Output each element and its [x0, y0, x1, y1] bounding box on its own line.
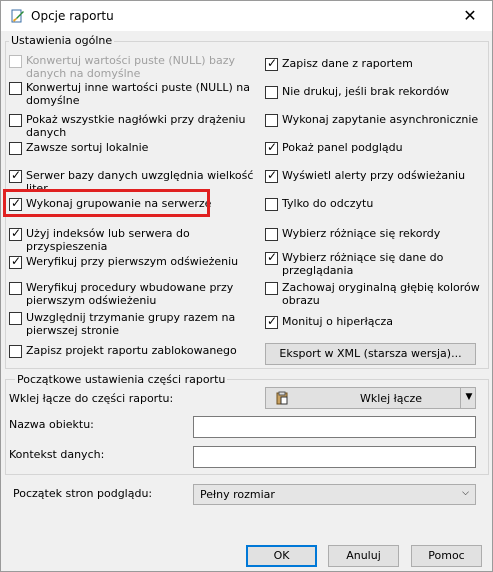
help-button[interactable]: Pomoc [411, 545, 482, 567]
window-title: Opcje raportu [31, 9, 114, 23]
close-icon[interactable]: ✕ [453, 3, 487, 29]
general-right-checkbox[interactable]: ✓ Wyświetl alerty przy odświeżaniu [265, 168, 480, 183]
checkmark-icon: ✓ [265, 168, 278, 183]
data-context-field[interactable] [193, 446, 476, 468]
report-app-icon [11, 9, 24, 23]
checkbox-square [265, 114, 278, 127]
checkbox-label: Weryfikuj przy pierwszym odświeżeniu [26, 255, 239, 268]
checkbox-label: Weryfikuj procedury wbudowane przy pierw… [26, 281, 234, 307]
clipboard-icon [276, 391, 288, 405]
export-xml-button[interactable]: Eksport w XML (starsza wersja)... [265, 343, 476, 365]
general-right-checkbox[interactable]: Zachowaj oryginalną głębię kolorów obraz… [265, 281, 480, 307]
object-name-field[interactable] [193, 416, 476, 438]
checkbox-label: Tylko do odczytu [282, 197, 374, 210]
report-options-dialog: Opcje raportu ✕ Ustawienia ogólne Konwer… [0, 0, 493, 572]
checkbox-square [265, 228, 278, 241]
general-right-checkbox[interactable]: Wykonaj zapytanie asynchronicznie [265, 113, 480, 127]
general-right-checkbox[interactable]: Tylko do odczytu [265, 197, 480, 211]
general-left-checkbox[interactable]: Zapisz projekt raportu zablokowanego [9, 344, 259, 358]
title-bar: Opcje raportu ✕ [1, 1, 492, 31]
checkbox-square [265, 86, 278, 99]
chevron-down-icon: ⌵ [462, 488, 469, 498]
general-right-checkbox[interactable]: ✓ Zapisz dane z raportem [265, 56, 480, 71]
checkbox-square [9, 282, 22, 295]
checkbox-label: Wykonaj zapytanie asynchronicznie [282, 113, 479, 126]
general-right-checkbox[interactable]: ✓ Monituj o hiperłącza [265, 314, 480, 329]
general-right-checkbox[interactable]: ✓ Wybierz różniące się dane do przeglądan… [265, 250, 480, 277]
preview-start-value: Pełny rozmiar [200, 488, 275, 501]
checkbox-label: Wybierz różniące się dane do przeglądani… [282, 251, 444, 277]
general-left-checkbox[interactable]: ✓ Weryfikuj przy pierwszym odświeżeniu [9, 254, 259, 269]
checkbox-label: Zachowaj oryginalną głębię kolorów obraz… [282, 281, 480, 307]
checkbox-label: Użyj indeksów lub serwera do przyspiesze… [26, 227, 190, 253]
object-name-label: Nazwa obiektu: [9, 418, 94, 431]
checkmark-icon: ✓ [265, 56, 278, 71]
checkbox-square [9, 114, 22, 127]
paste-link-button-label: Wklej łącze [360, 392, 423, 405]
checkbox-label: Konwertuj inne wartości puste (NULL) na … [26, 81, 250, 107]
general-left-checkbox[interactable]: ✓ Użyj indeksów lub serwera do przyspiesz… [9, 226, 259, 253]
checkbox-label: Zapisz dane z raportem [282, 57, 413, 70]
checkmark-icon: ✓ [9, 226, 22, 241]
general-left-checkbox[interactable]: Konwertuj inne wartości puste (NULL) na … [9, 81, 259, 107]
preview-start-select[interactable]: Pełny rozmiar ⌵ [193, 484, 476, 505]
checkmark-icon: ✓ [265, 314, 278, 329]
general-left-checkbox[interactable]: Zawsze sortuj lokalnie [9, 141, 259, 155]
report-part-legend: Początkowe ustawienia części raportu [15, 373, 228, 386]
highlight-annotation [3, 189, 210, 217]
preview-start-label: Początek stron podglądu: [13, 487, 153, 500]
general-left-checkbox[interactable]: Uwzględnij trzymanie grupy razem na pier… [9, 311, 259, 337]
checkbox-label: Pokaż panel podglądu [282, 141, 403, 154]
checkbox-label: Zawsze sortuj lokalnie [26, 141, 149, 154]
ok-button[interactable]: OK [246, 545, 317, 567]
general-settings-legend: Ustawienia ogólne [9, 34, 115, 47]
data-context-label: Kontekst danych: [9, 448, 105, 461]
general-right-checkbox[interactable]: Wybierz różniące się rekordy [265, 227, 480, 241]
checkbox-square [9, 55, 22, 68]
checkbox-square [265, 282, 278, 295]
checkbox-label: Monituj o hiperłącza [282, 315, 394, 328]
checkbox-square [9, 312, 22, 325]
general-right-checkbox[interactable]: Nie drukuj, jeśli brak rekordów [265, 85, 480, 99]
checkbox-square [9, 345, 22, 358]
checkmark-icon: ✓ [9, 254, 22, 269]
paste-link-label: Wklej łącze do części raportu: [9, 392, 174, 405]
general-right-checkbox[interactable]: ✓ Pokaż panel podglądu [265, 140, 480, 155]
checkbox-label: Wyświetl alerty przy odświeżaniu [282, 169, 466, 182]
checkbox-label: Konwertuj wartości puste (NULL) bazy dan… [26, 54, 236, 80]
general-left-checkbox: Konwertuj wartości puste (NULL) bazy dan… [9, 54, 259, 80]
checkbox-label: Pokaż wszystkie nagłówki przy drążeniu d… [26, 113, 246, 139]
checkmark-icon: ✓ [265, 140, 278, 155]
general-left-checkbox[interactable]: Pokaż wszystkie nagłówki przy drążeniu d… [9, 113, 259, 139]
paste-link-button[interactable]: Wklej łącze ▼ [265, 387, 476, 409]
checkbox-label: Zapisz projekt raportu zablokowanego [26, 344, 237, 357]
checkmark-icon: ✓ [265, 250, 278, 265]
cancel-button[interactable]: Anuluj [328, 545, 399, 567]
checkbox-square [9, 82, 22, 95]
checkmark-icon: ✓ [9, 168, 22, 183]
general-left-checkbox[interactable]: Weryfikuj procedury wbudowane przy pierw… [9, 281, 259, 307]
checkbox-square [9, 142, 22, 155]
paste-link-dropdown-arrow[interactable]: ▼ [460, 388, 477, 408]
checkbox-label: Nie drukuj, jeśli brak rekordów [282, 85, 450, 98]
checkbox-label: Uwzględnij trzymanie grupy razem na pier… [26, 311, 236, 337]
checkbox-label: Wybierz różniące się rekordy [282, 227, 441, 240]
checkbox-square [265, 198, 278, 211]
